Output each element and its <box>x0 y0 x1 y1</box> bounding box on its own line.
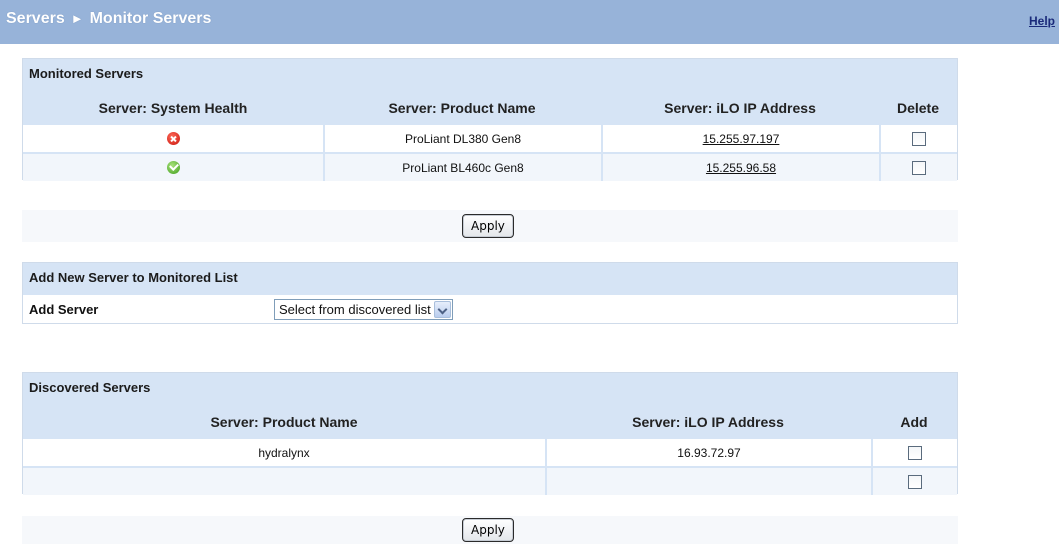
product-name: ProLiant BL460c Gen8 <box>323 154 601 181</box>
apply-button[interactable]: Apply <box>462 518 514 542</box>
monitored-apply-bar: Apply <box>22 210 958 242</box>
add-server-row: Add Server Select from discovered list <box>23 293 957 323</box>
table-row: ProLiant BL460c Gen8 15.255.96.58 <box>23 152 957 181</box>
breadcrumb-arrow-icon: ► <box>70 11 84 26</box>
apply-button[interactable]: Apply <box>462 214 514 238</box>
page-title: Monitor Servers <box>89 10 212 27</box>
title-bar: Servers ► Monitor Servers Help <box>0 0 1059 44</box>
add-server-title: Add New Server to Monitored List <box>23 263 957 293</box>
discovered-apply-bar: Apply <box>22 516 958 544</box>
delete-checkbox[interactable] <box>912 160 926 175</box>
col-ilo-ip: Server: iLO IP Address <box>632 414 784 430</box>
col-product-name: Server: Product Name <box>388 100 536 116</box>
col-system-health: Server: System Health <box>98 100 248 116</box>
select-value: Select from discovered list <box>279 301 431 317</box>
table-row: hydralynx 16.93.72.97 <box>23 439 957 466</box>
delete-checkbox[interactable] <box>912 131 926 146</box>
discovered-servers-title: Discovered Servers <box>23 373 957 403</box>
chevron-down-icon[interactable] <box>433 300 451 318</box>
discovered-servers-panel: Discovered Servers Server: Product Name … <box>22 372 958 495</box>
product-name: ProLiant DL380 Gen8 <box>323 125 601 152</box>
error-icon <box>166 132 180 145</box>
table-row: ProLiant DL380 Gen8 15.255.97.197 <box>23 125 957 152</box>
add-checkbox[interactable] <box>908 445 922 460</box>
ilo-ip-link[interactable]: 15.255.96.58 <box>706 161 776 175</box>
product-name <box>23 468 545 495</box>
monitored-servers-title: Monitored Servers <box>23 59 957 89</box>
ilo-ip <box>545 468 871 495</box>
add-checkbox[interactable] <box>908 474 922 489</box>
table-row <box>23 466 957 495</box>
discovered-header-row: Server: Product Name Server: iLO IP Addr… <box>23 403 957 439</box>
breadcrumb-root: Servers <box>6 10 65 27</box>
col-product-name: Server: Product Name <box>210 414 358 430</box>
col-add: Add <box>900 414 928 430</box>
monitored-header-row: Server: System Health Server: Product Na… <box>23 89 957 125</box>
discovered-server-select[interactable]: Select from discovered list <box>274 298 453 320</box>
col-ilo-ip: Server: iLO IP Address <box>664 100 816 116</box>
ilo-ip: 16.93.72.97 <box>545 439 871 466</box>
ilo-ip-link[interactable]: 15.255.97.197 <box>703 132 780 146</box>
breadcrumb: Servers ► Monitor Servers <box>6 10 211 28</box>
col-delete: Delete <box>896 100 940 116</box>
add-server-panel: Add New Server to Monitored List Add Ser… <box>22 262 958 324</box>
add-server-label: Add Server <box>29 301 99 317</box>
product-name: hydralynx <box>258 445 310 460</box>
monitored-servers-panel: Monitored Servers Server: System Health … <box>22 58 958 181</box>
help-link[interactable]: Help <box>1029 14 1055 28</box>
ok-icon <box>166 161 180 174</box>
